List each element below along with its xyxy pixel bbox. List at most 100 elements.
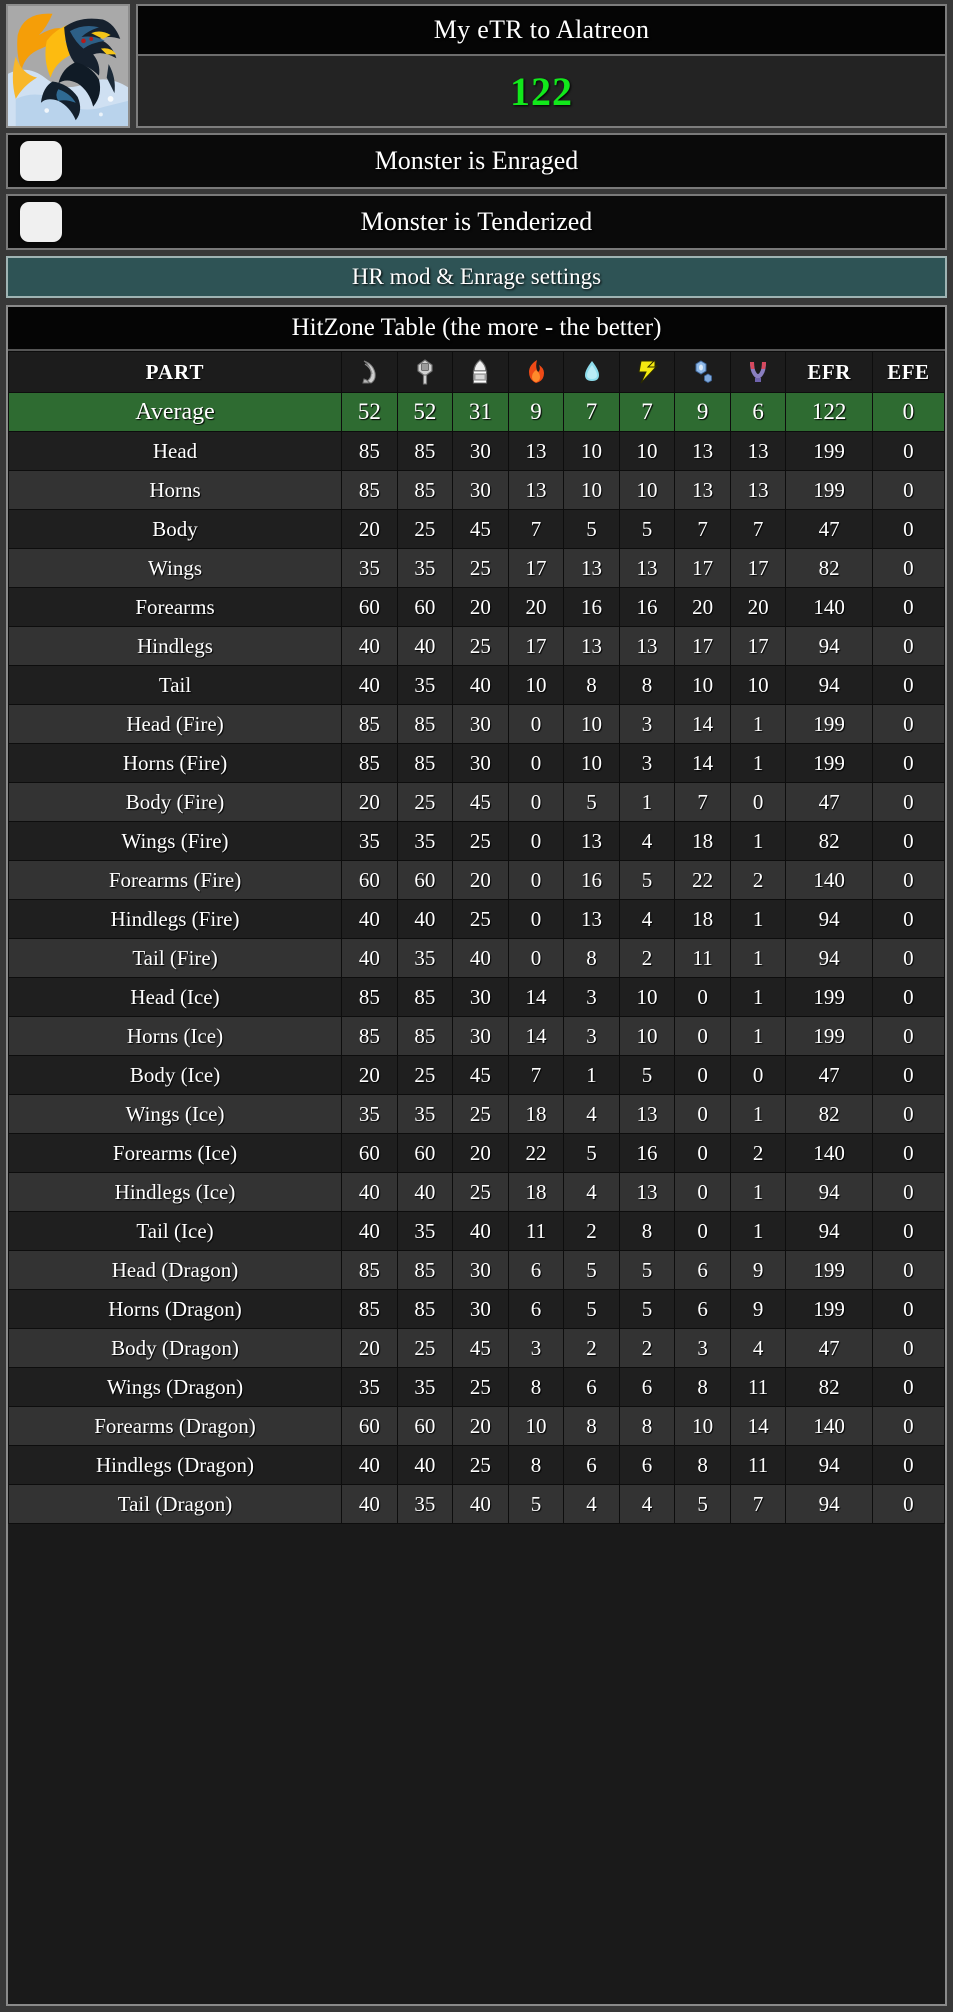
hitzone-value-cell: 6 bbox=[675, 1290, 730, 1328]
hitzone-value-cell: 30 bbox=[453, 705, 508, 743]
hitzone-value-cell: 14 bbox=[508, 1017, 564, 1055]
hitzone-value-cell: 0 bbox=[675, 1134, 730, 1172]
hitzone-value-cell: 25 bbox=[453, 1095, 508, 1133]
hitzone-value-cell: 0 bbox=[872, 393, 944, 431]
hitzone-value-cell: 2 bbox=[564, 1212, 619, 1250]
hitzone-part-name: Forearms (Dragon) bbox=[9, 1407, 342, 1445]
hitzone-value-cell: 40 bbox=[342, 1212, 397, 1250]
hitzone-value-cell: 17 bbox=[508, 549, 564, 587]
hitzone-value-cell: 0 bbox=[872, 432, 944, 470]
hitzone-value-cell: 85 bbox=[342, 1017, 397, 1055]
hitzone-value-cell: 45 bbox=[453, 783, 508, 821]
hitzone-value-cell: 0 bbox=[872, 1056, 944, 1094]
hitzone-value-cell: 199 bbox=[786, 432, 872, 470]
table-row: Hindlegs (Fire) 40 40 25 0 13 4 18 1 94 0 bbox=[9, 900, 944, 938]
hitzone-value-cell: 199 bbox=[786, 705, 872, 743]
hitzone-value-cell: 0 bbox=[872, 510, 944, 548]
hitzone-value-cell: 13 bbox=[675, 471, 730, 509]
hitzone-value-cell: 0 bbox=[872, 1407, 944, 1445]
hitzone-value-cell: 85 bbox=[397, 978, 453, 1016]
hitzone-value-cell: 0 bbox=[872, 1095, 944, 1133]
hitzone-value-cell: 6 bbox=[564, 1368, 619, 1406]
hitzone-value-cell: 199 bbox=[786, 471, 872, 509]
table-row: Wings (Fire) 35 35 25 0 13 4 18 1 82 0 bbox=[9, 822, 944, 860]
hitzone-value-cell: 0 bbox=[872, 471, 944, 509]
table-row: Tail 40 35 40 10 8 8 10 10 94 0 bbox=[9, 666, 944, 704]
hitzone-value-cell: 40 bbox=[342, 627, 397, 665]
hitzone-value-cell: 25 bbox=[453, 1173, 508, 1211]
hitzone-value-cell: 13 bbox=[619, 549, 675, 587]
table-row: Tail (Ice) 40 35 40 11 2 8 0 1 94 0 bbox=[9, 1212, 944, 1250]
table-row: Hindlegs (Ice) 40 40 25 18 4 13 0 1 94 0 bbox=[9, 1173, 944, 1211]
hitzone-value-cell: 4 bbox=[730, 1329, 786, 1367]
hitzone-value-cell: 6 bbox=[564, 1446, 619, 1484]
hitzone-value-cell: 0 bbox=[730, 1056, 786, 1094]
hitzone-part-name: Tail (Ice) bbox=[9, 1212, 342, 1250]
hitzone-value-cell: 20 bbox=[342, 1329, 397, 1367]
hitzone-value-cell: 20 bbox=[730, 588, 786, 626]
hitzone-value-cell: 35 bbox=[397, 1212, 453, 1250]
enraged-checkbox[interactable] bbox=[20, 141, 62, 181]
hitzone-value-cell: 40 bbox=[453, 939, 508, 977]
fire-element-icon bbox=[508, 352, 564, 392]
hitzone-value-cell: 6 bbox=[675, 1251, 730, 1289]
hitzone-value-cell: 8 bbox=[675, 1446, 730, 1484]
hitzone-value-cell: 140 bbox=[786, 1134, 872, 1172]
hitzone-part-name: Tail (Dragon) bbox=[9, 1485, 342, 1523]
hitzone-value-cell: 7 bbox=[675, 510, 730, 548]
hitzone-value-cell: 60 bbox=[342, 861, 397, 899]
hitzone-value-cell: 0 bbox=[872, 1329, 944, 1367]
table-row: Body (Dragon) 20 25 45 3 2 2 3 4 47 0 bbox=[9, 1329, 944, 1367]
hitzone-value-cell: 8 bbox=[564, 1407, 619, 1445]
hitzone-value-cell: 0 bbox=[872, 1368, 944, 1406]
hitzone-value-cell: 5 bbox=[619, 861, 675, 899]
hitzone-value-cell: 60 bbox=[397, 861, 453, 899]
hitzone-value-cell: 2 bbox=[619, 1329, 675, 1367]
hr-mod-enrage-settings-button[interactable]: HR mod & Enrage settings bbox=[6, 256, 947, 298]
hitzone-value-cell: 1 bbox=[730, 1173, 786, 1211]
hitzone-value-cell: 0 bbox=[508, 900, 564, 938]
tenderized-label: Monster is Tenderized bbox=[360, 207, 593, 236]
hitzone-value-cell: 14 bbox=[675, 744, 730, 782]
hitzone-value-cell: 3 bbox=[675, 1329, 730, 1367]
hitzone-part-name: Hindlegs (Dragon) bbox=[9, 1446, 342, 1484]
hitzone-value-cell: 5 bbox=[564, 1251, 619, 1289]
hitzone-value-cell: 0 bbox=[872, 588, 944, 626]
table-row: Horns (Dragon) 85 85 30 6 5 5 6 9 199 0 bbox=[9, 1290, 944, 1328]
hitzone-value-cell: 85 bbox=[397, 744, 453, 782]
hitzone-value-cell: 30 bbox=[453, 1290, 508, 1328]
hitzone-value-cell: 20 bbox=[453, 1134, 508, 1172]
hitzone-value-cell: 0 bbox=[730, 783, 786, 821]
hitzone-value-cell: 1 bbox=[730, 1017, 786, 1055]
hitzone-value-cell: 17 bbox=[675, 549, 730, 587]
tenderized-checkbox[interactable] bbox=[20, 202, 62, 242]
hitzone-value-cell: 85 bbox=[342, 978, 397, 1016]
hitzone-value-cell: 85 bbox=[397, 1017, 453, 1055]
hitzone-value-cell: 40 bbox=[342, 900, 397, 938]
hitzone-value-cell: 10 bbox=[564, 705, 619, 743]
hitzone-value-cell: 7 bbox=[730, 1485, 786, 1523]
hitzone-value-cell: 7 bbox=[619, 393, 675, 431]
hitzone-header-row: PART EFR EFE bbox=[9, 352, 944, 392]
thunder-element-icon bbox=[619, 352, 675, 392]
hitzone-value-cell: 5 bbox=[675, 1485, 730, 1523]
hitzone-value-cell: 10 bbox=[508, 666, 564, 704]
hitzone-part-name: Wings (Dragon) bbox=[9, 1368, 342, 1406]
hitzone-value-cell: 85 bbox=[342, 432, 397, 470]
etr-value: 122 bbox=[510, 68, 573, 114]
hitzone-value-cell: 199 bbox=[786, 744, 872, 782]
hitzone-value-cell: 13 bbox=[564, 627, 619, 665]
hitzone-value-cell: 85 bbox=[397, 1290, 453, 1328]
toggle-monster-enraged[interactable]: Monster is Enraged bbox=[6, 133, 947, 189]
hitzone-value-cell: 40 bbox=[453, 666, 508, 704]
hitzone-value-cell: 1 bbox=[730, 978, 786, 1016]
hitzone-value-cell: 94 bbox=[786, 1485, 872, 1523]
toggle-monster-tenderized[interactable]: Monster is Tenderized bbox=[6, 194, 947, 250]
etr-display: 122 bbox=[138, 56, 945, 126]
hitzone-value-cell: 94 bbox=[786, 900, 872, 938]
table-row: Tail (Dragon) 40 35 40 5 4 4 5 7 94 0 bbox=[9, 1485, 944, 1523]
hitzone-value-cell: 1 bbox=[619, 783, 675, 821]
hitzone-value-cell: 10 bbox=[564, 471, 619, 509]
hitzone-value-cell: 0 bbox=[872, 1485, 944, 1523]
hitzone-value-cell: 40 bbox=[342, 1446, 397, 1484]
